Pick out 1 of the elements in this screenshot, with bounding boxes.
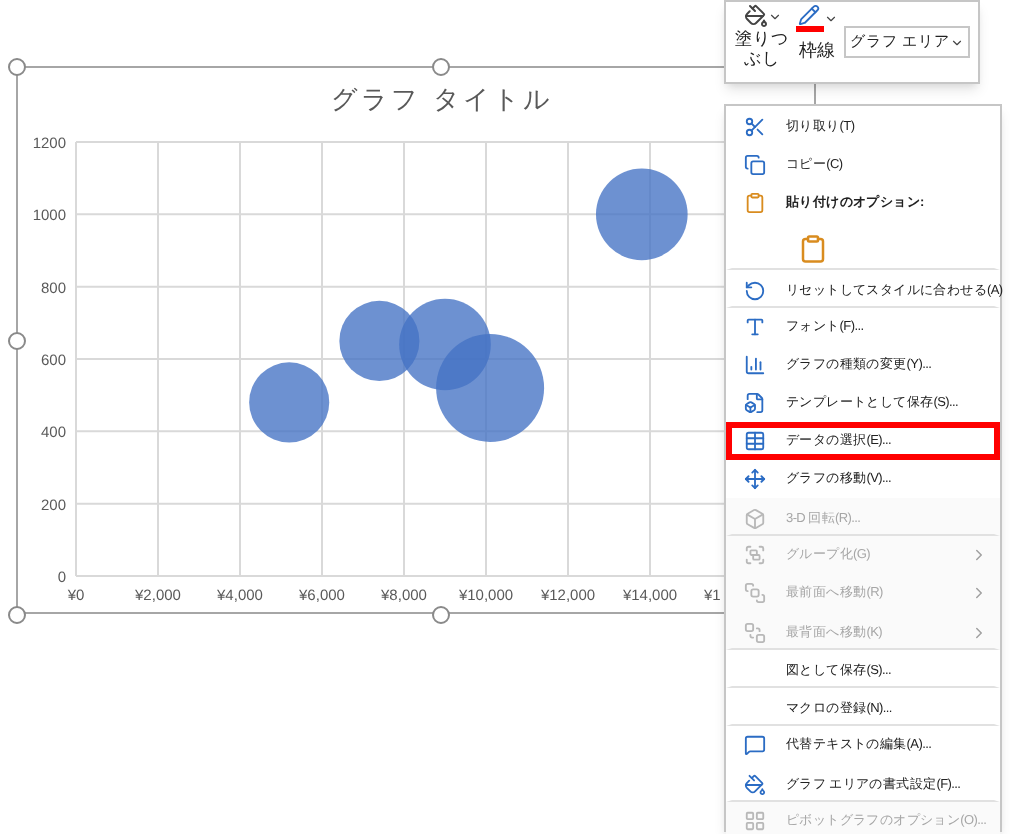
chart-title: グラフ タイトル bbox=[331, 84, 553, 114]
